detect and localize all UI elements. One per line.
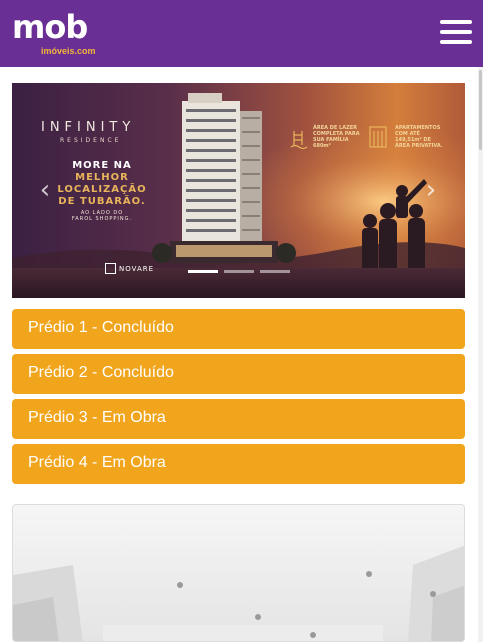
site-logo[interactable]: mob imóveis.com (12, 8, 96, 56)
building-button-label: Prédio 3 - Em Obra (28, 409, 166, 426)
hamburger-menu-button[interactable] (440, 20, 472, 48)
carousel-headline-sub: AO LADO DO FAROL SHOPPING. (52, 210, 152, 222)
developer-name: NOVARE (119, 265, 155, 273)
feature-line: ÁREA PRIVATIVA. (395, 143, 443, 149)
building-3-button[interactable]: Prédio 3 - Em Obra (12, 399, 465, 439)
hamburger-menu-icon (440, 20, 472, 24)
developer-logo-icon (105, 263, 116, 274)
building-button-label: Prédio 4 - Em Obra (28, 454, 166, 471)
chevron-right-icon: › (425, 175, 437, 205)
building-button-label: Prédio 2 - Concluído (28, 364, 174, 381)
carousel-headline: MORE NA MELHOR LOCALIZAÇÃO DE TUBARÃO. (42, 160, 162, 208)
hamburger-bar (440, 30, 472, 34)
building-button-label: Prédio 1 - Concluído (28, 319, 174, 336)
carousel-indicator-2[interactable] (224, 270, 254, 273)
building-2-button[interactable]: Prédio 2 - Concluído (12, 354, 465, 394)
feature-line: 680m² (313, 143, 331, 149)
carousel-brand-title: INFINITY (41, 120, 136, 135)
headline-line: MELHOR (75, 172, 129, 183)
building-4-button[interactable]: Prédio 4 - Em Obra (12, 444, 465, 484)
headline-line: LOCALIZAÇÃO (57, 184, 147, 195)
logo-subtext: imóveis.com (41, 46, 96, 56)
headline-line: DE TUBARÃO. (58, 196, 146, 207)
feature-leisure-text: ÁREA DE LAZER COMPLETA PARA SUA FAMÍLIA … (313, 125, 361, 149)
carousel-indicators (188, 270, 290, 273)
chevron-left-icon: ‹ (39, 175, 51, 205)
carousel-prev-button[interactable]: ‹ (34, 175, 56, 205)
carousel-indicator-1[interactable] (188, 270, 218, 273)
carousel-indicator-3[interactable] (260, 270, 290, 273)
headline-sub-line: FAROL SHOPPING. (71, 216, 133, 222)
feature-apartments-text: APARTAMENTOS COM ATÉ 149,51m² DE ÁREA PR… (395, 125, 455, 149)
scrollbar-track[interactable] (478, 67, 483, 642)
scrollbar-thumb[interactable] (479, 70, 482, 150)
building-1-button[interactable]: Prédio 1 - Concluído (12, 309, 465, 349)
hero-carousel[interactable]: INFINITY RESIDENCE MORE NA MELHOR LOCALI… (12, 83, 465, 298)
hamburger-bar (440, 40, 472, 44)
logo-wordmark: mob (12, 8, 88, 46)
top-header: mob imóveis.com (0, 0, 483, 67)
carousel-next-button[interactable]: › (420, 175, 442, 205)
interior-photo (13, 505, 464, 641)
interior-photo-card[interactable] (12, 504, 465, 642)
headline-line: MORE NA (72, 160, 132, 171)
carousel-brand-subtitle: RESIDENCE (60, 137, 122, 144)
